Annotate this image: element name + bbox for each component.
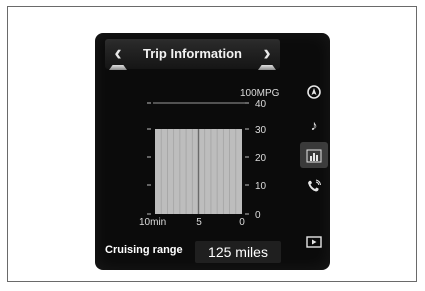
bar-chart-icon[interactable]	[300, 142, 328, 168]
x-tick-label: 10min	[139, 217, 166, 228]
x-axis-ticks: 10min 5 0	[139, 217, 245, 228]
x-tick-label: 5	[196, 217, 202, 228]
side-menu: ♪	[298, 78, 330, 258]
y-tick-label: 30	[255, 125, 267, 136]
y-tick-label: 0	[255, 210, 261, 221]
cruising-range-value: 125 miles	[195, 241, 281, 263]
phone-icon[interactable]	[300, 172, 328, 198]
music-note-icon[interactable]: ♪	[300, 112, 328, 138]
y-max-label: 100MPG	[240, 88, 280, 99]
y-tick-label: 40	[255, 99, 267, 110]
cruising-range-row: Cruising range 125 miles	[103, 241, 281, 263]
screen-off-icon[interactable]	[300, 228, 328, 254]
y-tick-label: 20	[255, 153, 267, 164]
navigation-icon[interactable]	[300, 78, 328, 104]
x-tick-label: 0	[239, 217, 245, 228]
cruising-range-label: Cruising range	[105, 244, 183, 256]
display-screen: ‹ Trip Information › 100MPG 40 30 20 10 0 10…	[95, 33, 330, 270]
y-tick-label: 10	[255, 181, 267, 192]
history-chart: 100MPG 40 30 20 10 0 10min 5 0	[139, 88, 280, 228]
chart-grid	[155, 129, 242, 214]
